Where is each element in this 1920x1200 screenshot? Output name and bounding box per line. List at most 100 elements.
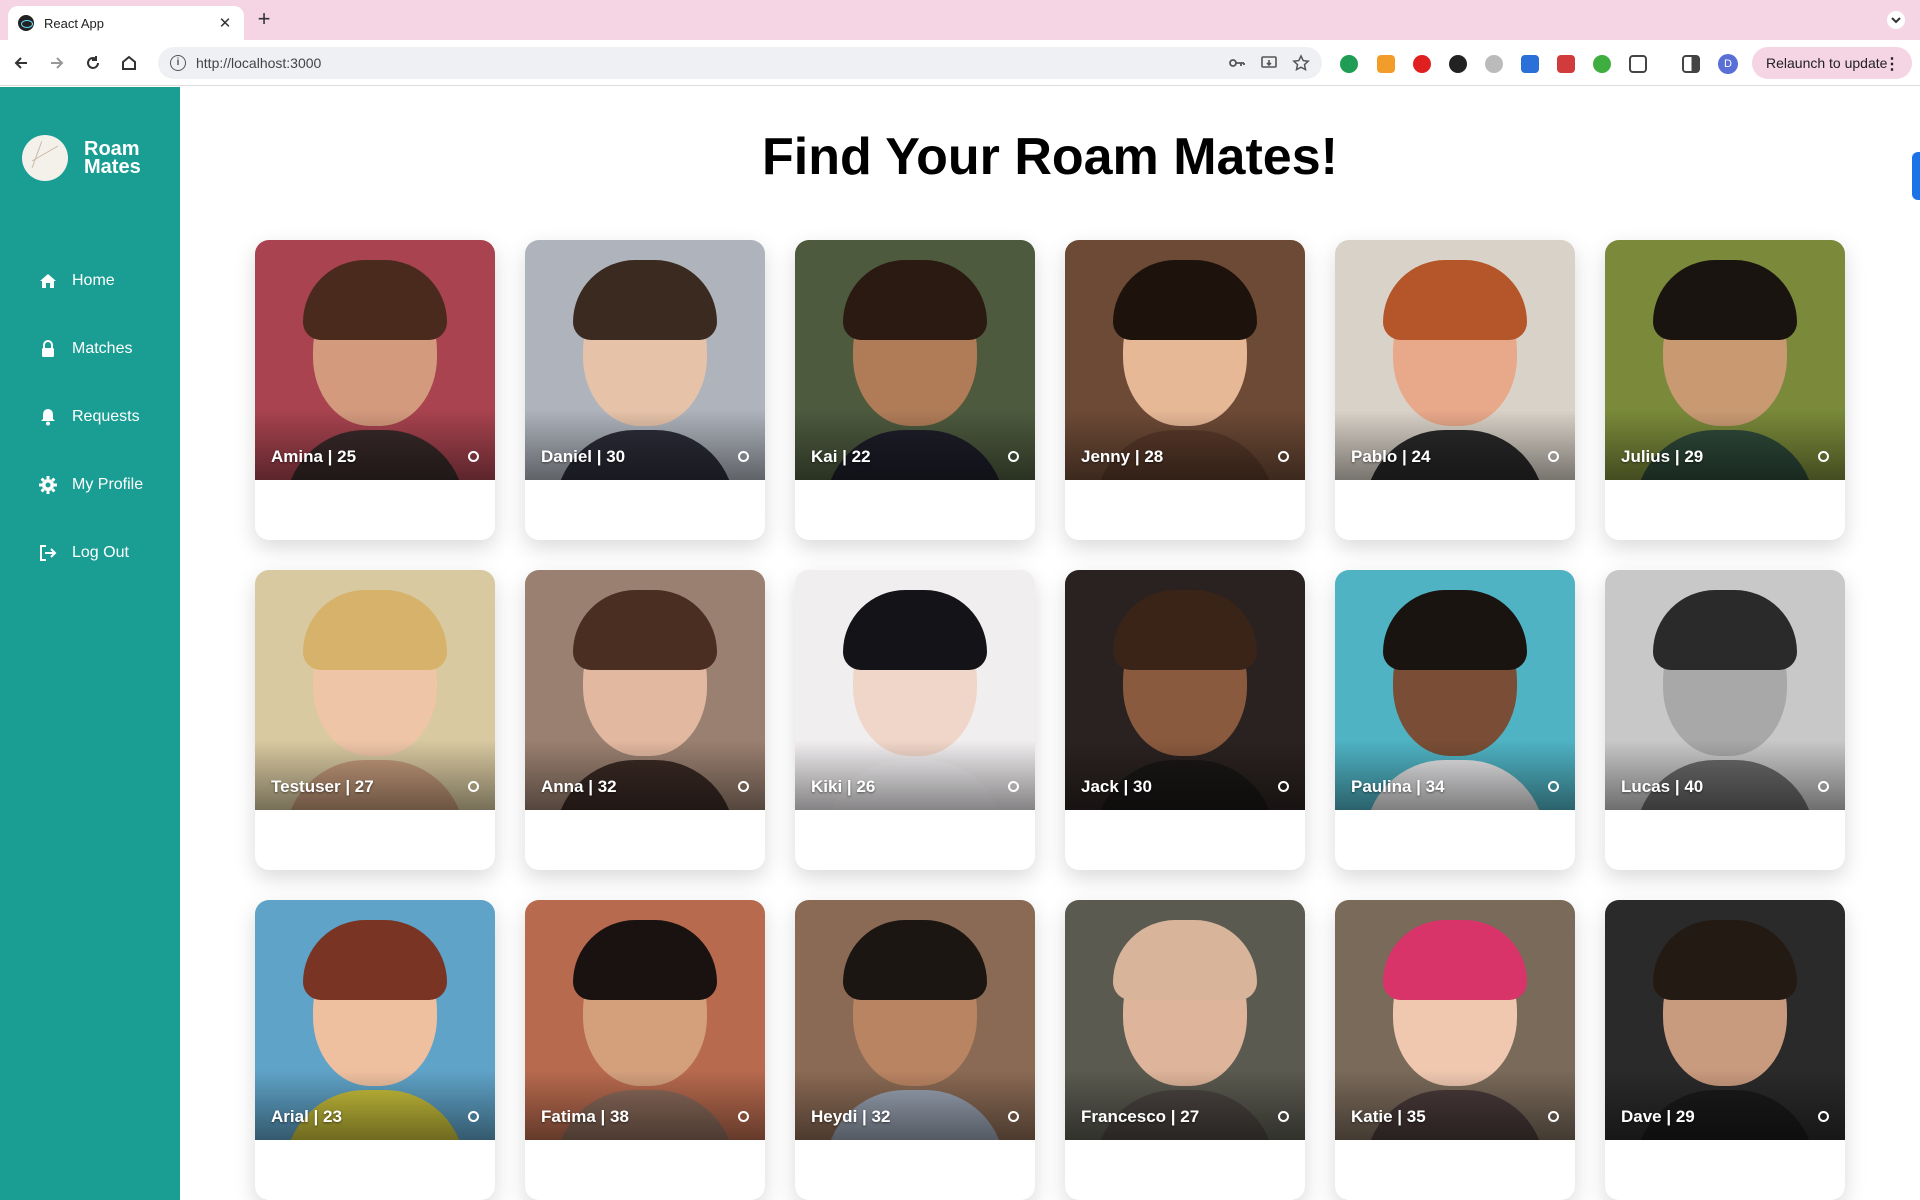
photo-hair (303, 920, 447, 1000)
profile-name-age: Heydi | 32 (811, 1107, 891, 1126)
new-tab-button[interactable]: + (252, 8, 276, 32)
online-status-icon (1278, 781, 1289, 792)
online-status-icon (1008, 1111, 1019, 1122)
extension-red-icon[interactable] (1557, 55, 1575, 73)
online-status-icon (738, 451, 749, 462)
sidebar-item-home[interactable]: Home (38, 247, 143, 315)
extensions-puzzle-icon[interactable] (1629, 55, 1647, 73)
profile-name-age: Kai | 22 (811, 447, 871, 466)
profile-avatar[interactable]: D (1718, 54, 1738, 74)
address-bar[interactable]: i http://localhost:3000 (158, 47, 1322, 79)
photo-hair (1113, 590, 1257, 670)
extension-record-icon[interactable] (1413, 55, 1431, 73)
photo-hair (843, 260, 987, 340)
profile-card[interactable]: Amina | 25 (255, 240, 495, 540)
online-status-icon (468, 781, 479, 792)
sidebar: Roam Mates Home Matches Requests My Prof… (0, 87, 180, 1200)
extension-orange-icon[interactable] (1377, 55, 1395, 73)
extension-green-icon[interactable] (1340, 55, 1358, 73)
relaunch-label: Relaunch to update (1766, 55, 1888, 71)
sidebar-item-log-out[interactable]: Log Out (38, 519, 143, 587)
reload-button[interactable] (82, 52, 104, 74)
photo-hair (1383, 590, 1527, 670)
profile-photo: Anna | 32 (525, 570, 765, 810)
profile-name-age: Jenny | 28 (1081, 447, 1164, 466)
profile-photo: Jenny | 28 (1065, 240, 1305, 480)
logout-icon (38, 543, 58, 563)
chevron-down-icon (1887, 11, 1905, 29)
react-favicon-icon (18, 15, 34, 31)
photo-shade (1335, 410, 1575, 480)
profile-name-age: Paulina | 34 (1351, 777, 1445, 796)
sidebar-item-requests[interactable]: Requests (38, 383, 143, 451)
profile-photo: Paulina | 34 (1335, 570, 1575, 810)
password-key-icon[interactable] (1228, 54, 1246, 72)
profile-name-age: Julius | 29 (1621, 447, 1704, 466)
reload-icon (87, 56, 99, 69)
photo-shade (1065, 1070, 1305, 1140)
profile-card[interactable]: Testuser | 27 (255, 570, 495, 870)
photo-shade (525, 1070, 765, 1140)
profile-card[interactable]: Fatima | 38 (525, 900, 765, 1200)
tab-title: React App (44, 15, 104, 31)
profile-name-age: Lucas | 40 (1621, 777, 1704, 796)
home-icon (38, 271, 58, 291)
online-status-icon (1818, 1111, 1829, 1122)
photo-hair (303, 590, 447, 670)
profile-card[interactable]: Heydi | 32 (795, 900, 1035, 1200)
roam-mates-logo-icon (22, 135, 68, 181)
photo-shade (1605, 740, 1845, 810)
profile-card[interactable]: Julius | 29 (1605, 240, 1845, 540)
side-panel-icon[interactable] (1682, 55, 1700, 73)
profile-card[interactable]: Lucas | 40 (1605, 570, 1845, 870)
profile-card[interactable]: Pablo | 24 (1335, 240, 1575, 540)
profile-card[interactable]: Dave | 29 (1605, 900, 1845, 1200)
extension-blue-icon[interactable] (1521, 55, 1539, 73)
scrollbar-thumb[interactable] (1912, 152, 1920, 200)
site-info-icon[interactable]: i (170, 55, 186, 71)
photo-shade (1335, 740, 1575, 810)
online-status-icon (468, 451, 479, 462)
sidebar-item-label: Requests (72, 408, 140, 425)
photo-shade (795, 410, 1035, 480)
install-app-icon[interactable] (1260, 54, 1278, 72)
extension-gray-icon[interactable] (1485, 55, 1503, 73)
forward-button[interactable] (46, 52, 68, 74)
main-content: Find Your Roam Mates! Amina | 25 Daniel … (180, 87, 1920, 1200)
sidebar-item-matches[interactable]: Matches (38, 315, 143, 383)
profile-photo: Katie | 35 (1335, 900, 1575, 1140)
profile-card[interactable]: Arial | 23 (255, 900, 495, 1200)
close-icon[interactable]: ✕ (216, 14, 234, 32)
profile-card[interactable]: Jack | 30 (1065, 570, 1305, 870)
profile-card[interactable]: Jenny | 28 (1065, 240, 1305, 540)
online-status-icon (1278, 1111, 1289, 1122)
photo-shade (255, 1070, 495, 1140)
profile-name-age: Kiki | 26 (811, 777, 876, 796)
online-status-icon (1278, 451, 1289, 462)
extension-leaf-icon[interactable] (1593, 55, 1611, 73)
brand[interactable]: Roam Mates (22, 135, 164, 181)
profile-card[interactable]: Kai | 22 (795, 240, 1035, 540)
tab-search-button[interactable] (1886, 10, 1906, 30)
profile-name-age: Katie | 35 (1351, 1107, 1426, 1126)
home-button[interactable] (118, 52, 140, 74)
profile-photo: Dave | 29 (1605, 900, 1845, 1140)
profile-card[interactable]: Paulina | 34 (1335, 570, 1575, 870)
photo-shade (1605, 410, 1845, 480)
photo-hair (1113, 260, 1257, 340)
extension-black-icon[interactable] (1449, 55, 1467, 73)
url-text: http://localhost:3000 (196, 55, 322, 71)
bookmark-star-icon[interactable] (1292, 54, 1310, 72)
photo-shade (1065, 740, 1305, 810)
browser-tab[interactable]: React App ✕ (8, 6, 244, 40)
profile-photo: Kai | 22 (795, 240, 1035, 480)
profile-card[interactable]: Anna | 32 (525, 570, 765, 870)
sidebar-item-my-profile[interactable]: My Profile (38, 451, 143, 519)
relaunch-update-button[interactable]: Relaunch to update ⋮ (1752, 47, 1912, 79)
profile-card[interactable]: Kiki | 26 (795, 570, 1035, 870)
profile-name-age: Amina | 25 (271, 447, 357, 466)
profile-card[interactable]: Daniel | 30 (525, 240, 765, 540)
profile-card[interactable]: Francesco | 27 (1065, 900, 1305, 1200)
back-button[interactable] (10, 52, 32, 74)
profile-card[interactable]: Katie | 35 (1335, 900, 1575, 1200)
